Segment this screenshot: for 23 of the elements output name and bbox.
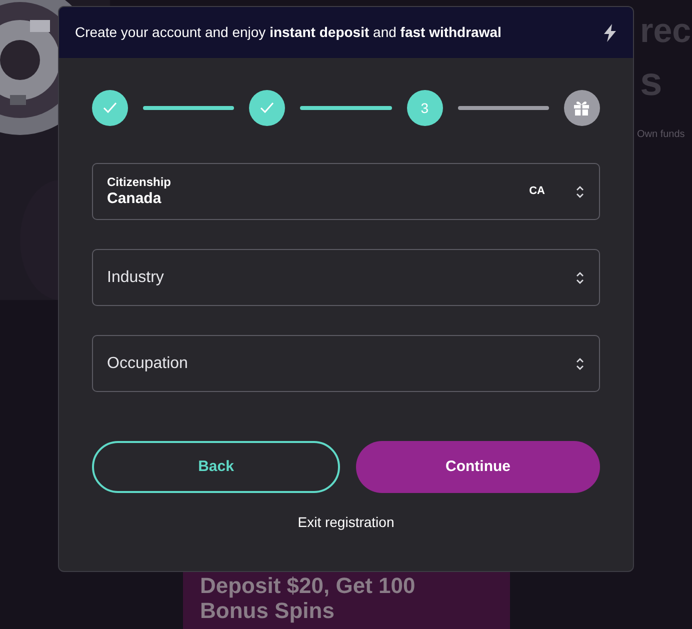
up-down-chevron-icon <box>575 356 585 370</box>
field-placeholder: Occupation <box>107 354 189 374</box>
country-code: CA <box>529 184 545 200</box>
lightning-icon <box>603 24 617 42</box>
field-placeholder: Industry <box>107 268 165 288</box>
gift-icon <box>573 100 590 116</box>
field-label: Citizenship <box>107 175 172 189</box>
up-down-chevron-icon <box>575 184 585 198</box>
select-field[interactable]: Industry <box>92 249 600 306</box>
back-button[interactable]: Back <box>92 441 340 493</box>
check-icon <box>103 102 117 114</box>
select-field[interactable]: Citizenship Canada CA <box>92 163 600 220</box>
current-step: 3 <box>406 90 443 126</box>
select-field[interactable]: Occupation <box>92 335 600 392</box>
check-icon <box>260 102 274 114</box>
banner-text: Create your account and enjoy instant deposit and fast withdrawal <box>75 23 502 42</box>
exit-link[interactable]: Exit registration <box>298 512 394 533</box>
up-down-chevron-icon <box>575 270 585 284</box>
page-note: Own funds <box>637 128 685 142</box>
field-value: Canada <box>107 189 162 208</box>
promo-subtitle: Bonus Spins <box>200 598 336 623</box>
continue-button[interactable]: Continue <box>356 441 600 493</box>
promo-title: Deposit $20, Get 100 <box>200 573 416 598</box>
